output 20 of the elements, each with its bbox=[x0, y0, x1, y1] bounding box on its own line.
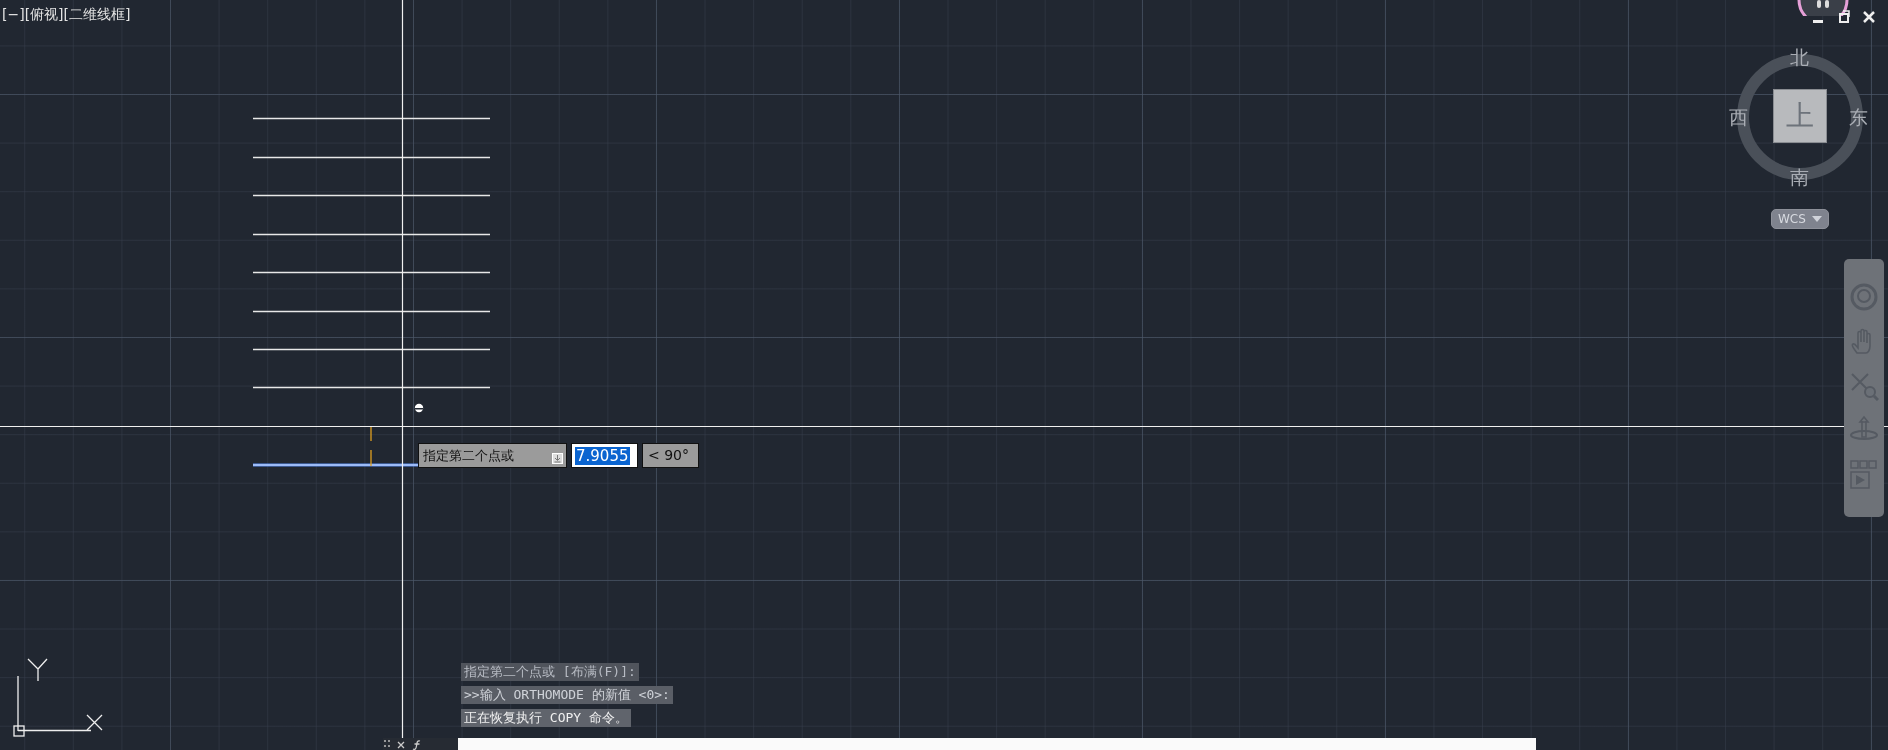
function-icon[interactable] bbox=[411, 738, 423, 750]
restore-icon[interactable] bbox=[1838, 10, 1850, 24]
compass-south-label[interactable]: 南 bbox=[1790, 166, 1809, 188]
compass-east-label[interactable]: 东 bbox=[1849, 106, 1868, 128]
grip-icon[interactable] bbox=[383, 738, 391, 750]
wcs-dropdown[interactable]: WCS bbox=[1771, 209, 1829, 229]
distance-input-field[interactable]: 7.9055 bbox=[571, 443, 638, 468]
compass-north-label[interactable]: 北 bbox=[1790, 46, 1809, 68]
snap-marker-icon bbox=[414, 403, 424, 413]
distance-value: 7.9055 bbox=[575, 446, 630, 465]
tracking-marker bbox=[369, 427, 373, 466]
close-icon[interactable] bbox=[1863, 11, 1875, 23]
user-avatar-icon[interactable] bbox=[1797, 0, 1849, 16]
caret-icon bbox=[1811, 216, 1822, 222]
angle-input-field[interactable]: < 90° bbox=[642, 443, 699, 468]
viewport-label[interactable]: [−][俯视][二维线框] bbox=[2, 6, 131, 24]
viewcube-top-face[interactable]: 上 bbox=[1773, 89, 1827, 143]
compass-west-label[interactable]: 西 bbox=[1729, 106, 1748, 128]
prompt-text: 指定第二个点或 bbox=[423, 446, 514, 465]
options-down-icon[interactable] bbox=[552, 453, 563, 464]
